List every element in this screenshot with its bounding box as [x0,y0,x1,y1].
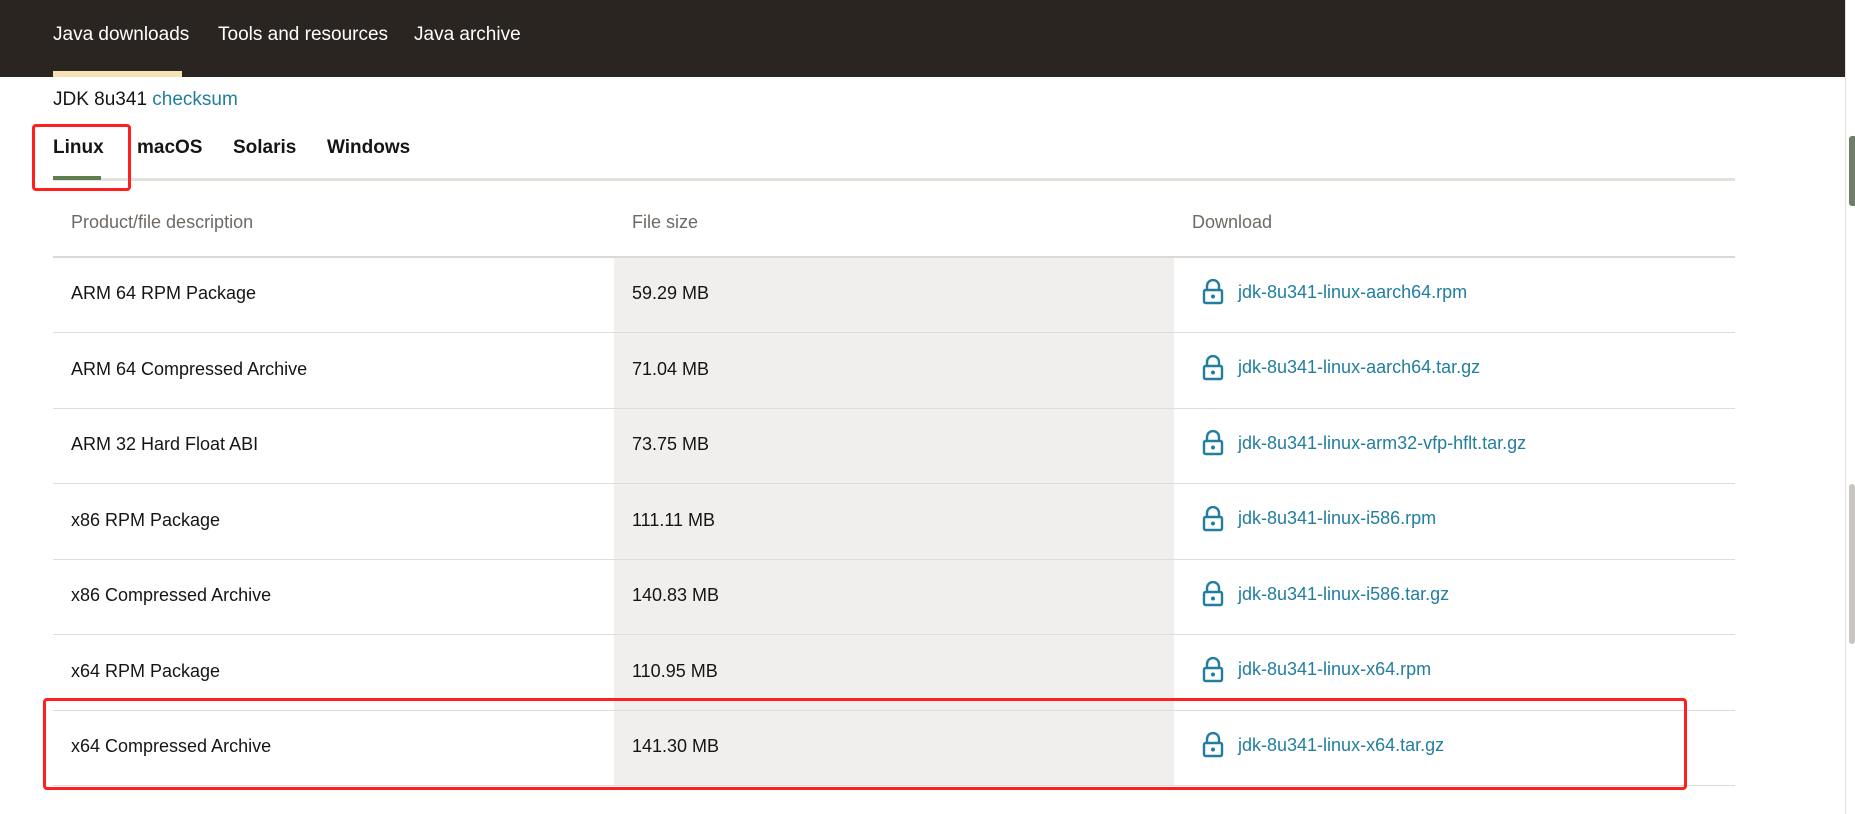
jdk-version-text: JDK 8u341 [53,89,148,110]
download-link[interactable]: jdk-8u341-linux-aarch64.rpm [1202,278,1468,305]
scroll-marker [1849,136,1855,206]
row-file-size: 73.75 MB [632,434,710,454]
table-row: ARM 64 Compressed Archive 71.04 MB jdk-8u3… [53,333,1735,409]
lock-icon [1202,731,1224,758]
download-filename: jdk-8u341-linux-aarch64.tar.gz [1238,357,1481,377]
jdk-version-line: JDK 8u341 checksum [53,89,238,111]
row-description: x64 Compressed Archive [71,736,272,756]
download-link[interactable]: jdk-8u341-linux-arm32-vfp-hflt.tar.gz [1202,429,1527,456]
lock-icon [1202,278,1224,305]
lock-icon [1202,354,1224,381]
header-download: Download [1192,212,1273,232]
download-filename: jdk-8u341-linux-aarch64.rpm [1238,281,1468,302]
row-description: x86 Compressed Archive [71,585,272,605]
row-file-size: 111.11 MB [632,509,716,530]
tab-solaris[interactable]: Solaris [233,137,296,159]
lock-icon [1202,505,1224,532]
page-scrollbar-thumb[interactable] [1849,484,1855,644]
table-row: x64 Compressed Archive 141.30 MB jdk-8u341… [53,710,1735,786]
checksum-link[interactable]: checksum [152,89,238,110]
download-filename: jdk-8u341-linux-x64.tar.gz [1238,734,1445,755]
row-description: ARM 32 Hard Float ABI [71,434,259,454]
top-nav-bar: Java downloads Tools and resources Java … [0,0,1845,77]
row-file-size: 141.30 MB [632,736,720,756]
download-link[interactable]: jdk-8u341-linux-i586.rpm [1202,505,1437,532]
row-description: x86 RPM Package [71,509,221,530]
lock-icon [1202,656,1224,683]
download-link[interactable]: jdk-8u341-linux-x64.tar.gz [1202,731,1445,758]
header-description: Product/file description [71,212,254,232]
tab-windows[interactable]: Windows [327,137,410,159]
table-row: x64 RPM Package 110.95 MB jdk-8u341-linux-… [53,635,1735,711]
download-filename: jdk-8u341-linux-i586.tar.gz [1238,583,1450,604]
download-filename: jdk-8u341-linux-arm32-vfp-hflt.tar.gz [1238,432,1527,453]
nav-tools-and-resources[interactable]: Tools and resources [218,24,388,46]
page-scrollbar-track[interactable] [1845,0,1855,814]
row-file-size: 140.83 MB [632,585,720,605]
row-description: ARM 64 Compressed Archive [71,358,308,379]
table-row: x86 RPM Package 111.11 MB jdk-8u341-linux-… [53,484,1735,560]
table-row: x86 Compressed Archive 140.83 MB jdk-8u341… [53,559,1735,635]
nav-java-archive[interactable]: Java archive [414,24,521,46]
table-row: ARM 64 RPM Package 59.29 MB jdk-8u341-linu… [53,257,1735,333]
tab-active-indicator [53,176,101,180]
row-file-size: 59.29 MB [632,283,710,303]
row-file-size: 110.95 MB [632,660,718,681]
row-description: x64 RPM Package [71,660,221,681]
download-filename: jdk-8u341-linux-x64.rpm [1238,659,1432,679]
row-description: ARM 64 RPM Package [71,283,257,303]
nav-java-downloads[interactable]: Java downloads [53,24,189,46]
tab-macos[interactable]: macOS [137,137,202,159]
download-link[interactable]: jdk-8u341-linux-x64.rpm [1202,656,1432,683]
download-link[interactable]: jdk-8u341-linux-i586.tar.gz [1202,580,1450,607]
download-filename: jdk-8u341-linux-i586.rpm [1238,508,1437,528]
tab-linux[interactable]: Linux [53,137,104,159]
header-file-size: File size [632,212,699,232]
lock-icon [1202,429,1224,456]
lock-icon [1202,580,1224,607]
tabs-divider [53,178,1735,181]
table-header: Product/file description File size Downl… [53,192,1735,258]
download-link[interactable]: jdk-8u341-linux-aarch64.tar.gz [1202,354,1481,381]
row-file-size: 71.04 MB [632,358,710,379]
table-row: ARM 32 Hard Float ABI 73.75 MB jdk-8u341-l… [53,408,1735,484]
nav-active-indicator [53,71,182,77]
